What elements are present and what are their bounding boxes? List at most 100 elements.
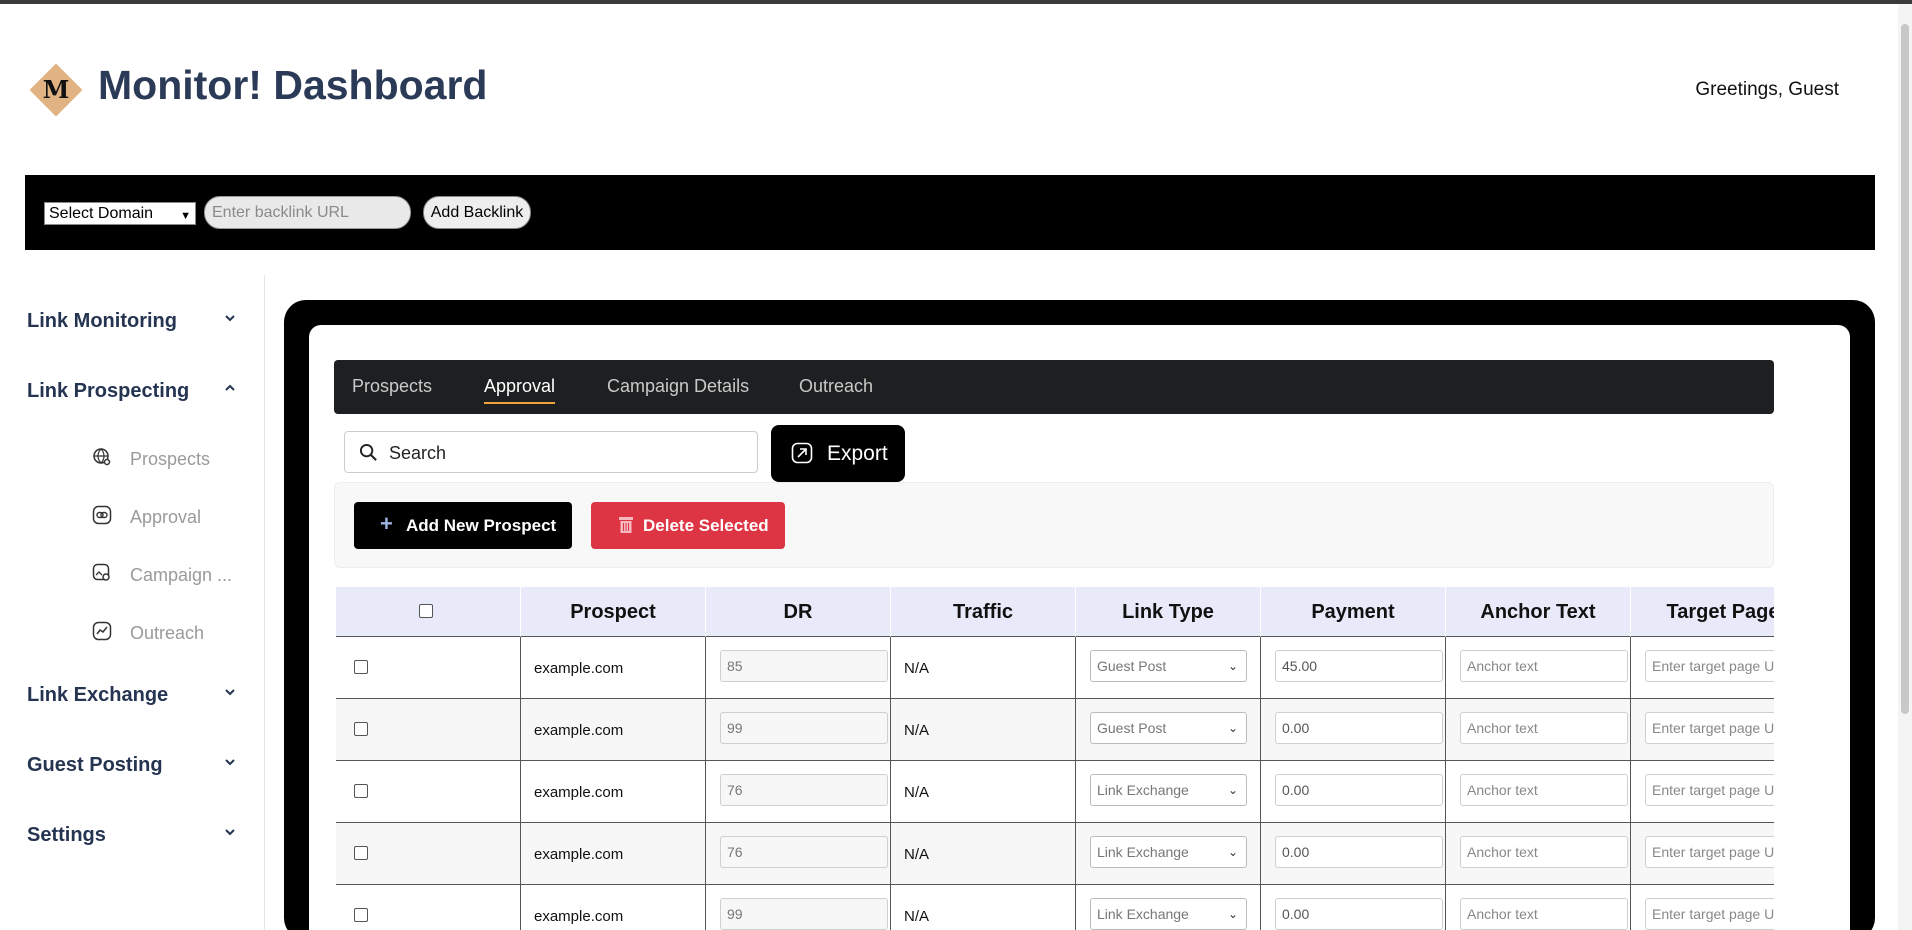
delete-selected-label: Delete Selected — [643, 516, 769, 535]
target-page-input[interactable]: Enter target page U — [1645, 898, 1774, 930]
target-page-input[interactable]: Enter target page U — [1645, 650, 1774, 682]
search-placeholder: Search — [389, 443, 447, 463]
table-row: example.com 99 N/A Guest Post ⌄ 0.00 Anchor te… — [336, 699, 1774, 761]
search-input[interactable]: Search — [344, 431, 758, 473]
sidebar-subitem-outreach[interactable]: Outreach — [92, 619, 242, 645]
sidebar-subitem-campaign[interactable]: Campaign ... — [92, 561, 242, 587]
sidebar-item-label: Link Exchange — [27, 684, 169, 706]
target-page-input[interactable]: Enter target page U — [1645, 774, 1774, 806]
anchor-text-input[interactable]: Anchor text — [1460, 836, 1628, 868]
chevron-down-icon: ⌄ — [1227, 845, 1238, 859]
column-header[interactable]: Target Page — [1631, 587, 1774, 637]
anchor-text-input[interactable]: Anchor text — [1460, 774, 1628, 806]
column-header[interactable]: Payment — [1261, 587, 1446, 637]
row-select-cell — [336, 637, 521, 699]
link-type-select[interactable]: Link Exchange ⌄ — [1090, 774, 1247, 806]
traffic-value: N/A — [904, 722, 930, 739]
payment-input[interactable]: 0.00 — [1275, 898, 1443, 930]
column-header-label: Anchor Text — [1480, 601, 1596, 623]
tab-prospects[interactable]: Prospects — [352, 376, 432, 397]
payment-input[interactable]: 45.00 — [1275, 650, 1443, 682]
dr-input[interactable]: 76 — [720, 836, 888, 868]
sidebar-item-guest-posting[interactable]: Guest Posting — [27, 751, 237, 781]
target-page-input[interactable]: Enter target page U — [1645, 712, 1774, 744]
traffic-cell: N/A — [891, 761, 1076, 823]
tab-outreach[interactable]: Outreach — [799, 376, 873, 397]
prospect-cell: example.com — [521, 699, 706, 761]
column-header[interactable]: Traffic — [891, 587, 1076, 637]
tab-approval[interactable]: Approval — [484, 376, 556, 404]
sidebar-subitem-label: Campaign ... — [130, 565, 233, 585]
add-new-prospect-button[interactable]: + Add New Prospect — [354, 502, 572, 549]
dr-input[interactable]: 85 — [720, 650, 888, 682]
export-button[interactable]: Export — [771, 425, 905, 482]
payment-input[interactable]: 0.00 — [1275, 836, 1443, 868]
user-greeting: Greetings, Guest — [1695, 79, 1839, 100]
row-checkbox[interactable] — [354, 660, 368, 674]
search-icon — [359, 443, 377, 461]
sidebar-item-link-monitoring[interactable]: Link Monitoring — [27, 307, 237, 337]
sidebar-subitem-label: Prospects — [130, 449, 211, 469]
payment-input[interactable]: 0.00 — [1275, 774, 1443, 806]
sidebar-subitem-approval[interactable]: Approval — [92, 503, 242, 529]
sidebar-item-link-exchange[interactable]: Link Exchange — [27, 681, 237, 711]
anchor-text-cell: Anchor text — [1446, 761, 1631, 823]
column-header-label: Payment — [1311, 601, 1395, 623]
prospect-cell: example.com — [521, 885, 706, 930]
link-type-cell: Guest Post ⌄ — [1076, 637, 1261, 699]
column-header[interactable]: Anchor Text — [1446, 587, 1631, 637]
prospect-domain: example.com — [534, 722, 624, 739]
add-backlink-button[interactable]: Add Backlink — [423, 196, 531, 229]
chevron-down-icon: ⌄ — [1227, 721, 1238, 735]
sidebar-item-settings[interactable]: Settings — [27, 821, 237, 851]
dr-input[interactable]: 99 — [720, 712, 888, 744]
sidebar-item-label: Settings — [27, 824, 106, 846]
sidebar-subitem-prospects[interactable]: Prospects — [92, 445, 242, 471]
backlink-url-input[interactable]: Enter backlink URL — [204, 196, 411, 229]
payment-input[interactable]: 0.00 — [1275, 712, 1443, 744]
select-all-checkbox[interactable] — [419, 604, 433, 618]
row-select-cell — [336, 699, 521, 761]
anchor-text-input[interactable]: Anchor text — [1460, 650, 1628, 682]
link-type-cell: Link Exchange ⌄ — [1076, 761, 1261, 823]
link-type-select[interactable]: Guest Post ⌄ — [1090, 650, 1247, 682]
dr-input[interactable]: 99 — [720, 898, 888, 930]
column-header[interactable]: Prospect — [521, 587, 706, 637]
target-page-input[interactable]: Enter target page U — [1645, 836, 1774, 868]
link-type-select[interactable]: Guest Post ⌄ — [1090, 712, 1247, 744]
link-type-value: Guest Post — [1097, 658, 1167, 674]
sidebar-subitem-label: Approval — [130, 507, 202, 527]
anchor-text-cell: Anchor text — [1446, 885, 1631, 930]
column-header-label: Target Page — [1666, 601, 1775, 623]
anchor-text-input[interactable]: Anchor text — [1460, 898, 1628, 930]
column-header[interactable]: Link Type — [1076, 587, 1261, 637]
plus-icon: + — [380, 511, 393, 536]
chevron-down-icon — [225, 315, 235, 322]
payment-cell: 0.00 — [1261, 699, 1446, 761]
column-header[interactable]: DR — [706, 587, 891, 637]
link-type-cell: Link Exchange ⌄ — [1076, 823, 1261, 885]
anchor-text-input[interactable]: Anchor text — [1460, 712, 1628, 744]
link-type-select[interactable]: Link Exchange ⌄ — [1090, 836, 1247, 868]
table-row: example.com 85 N/A Guest Post ⌄ 45.00 Anchor t… — [336, 637, 1774, 699]
domain-select[interactable]: Select Domain ▼ — [44, 202, 196, 225]
row-checkbox[interactable] — [354, 908, 368, 922]
sidebar-item-link-prospecting[interactable]: Link Prospecting — [27, 377, 237, 407]
row-checkbox[interactable] — [354, 784, 368, 798]
link-type-select[interactable]: Link Exchange ⌄ — [1090, 898, 1247, 930]
chevron-down-icon — [225, 689, 235, 696]
app-logo: M — [29, 63, 83, 117]
page-title: Monitor! Dashboard — [98, 62, 488, 108]
page-scrollbar[interactable] — [1898, 4, 1912, 930]
sidebar: Link Monitoring Link Prospecting Prospec… — [0, 275, 265, 930]
row-checkbox[interactable] — [354, 846, 368, 860]
tab-campaign-details[interactable]: Campaign Details — [607, 376, 749, 397]
row-select-cell — [336, 761, 521, 823]
scrollbar-thumb[interactable] — [1901, 24, 1909, 714]
dr-input[interactable]: 76 — [720, 774, 888, 806]
target-page-cell: Enter target page U — [1631, 699, 1774, 761]
row-checkbox[interactable] — [354, 722, 368, 736]
target-page-cell: Enter target page U — [1631, 885, 1774, 930]
prospect-cell: example.com — [521, 637, 706, 699]
delete-selected-button[interactable]: Delete Selected — [591, 502, 785, 549]
